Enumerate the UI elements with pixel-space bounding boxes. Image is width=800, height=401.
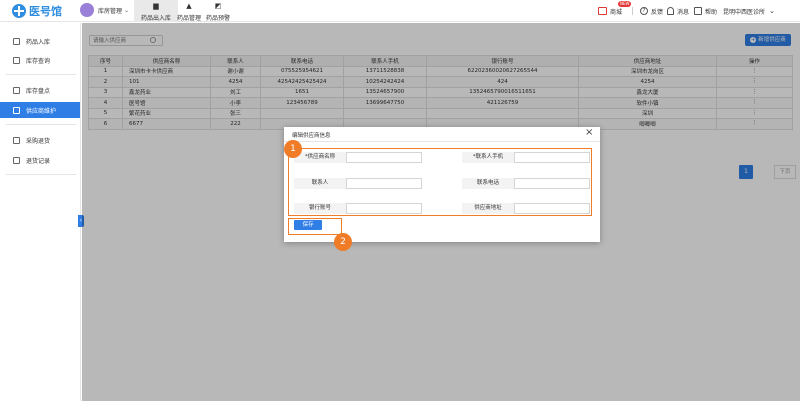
user-role-label: 库房管理	[98, 7, 123, 15]
chevron-down-icon: ⌄	[124, 6, 130, 14]
brand-logo[interactable]: 医号馆	[12, 3, 62, 19]
flask-icon: ▲	[186, 2, 192, 10]
chevron-down-icon: ⌄	[769, 7, 775, 15]
feedback-link[interactable]: ? 反馈	[640, 5, 663, 17]
sidebar-item-label: 采购退货	[26, 137, 51, 145]
feedback-label: 反馈	[651, 8, 664, 16]
help-label: 帮助	[705, 8, 718, 16]
sidebar-item-label: 库存查询	[26, 57, 51, 65]
shop-icon	[598, 7, 607, 15]
messages-link[interactable]: 消息	[667, 5, 689, 17]
sidebar: 药品入库 库存查询 库存盘点 供应商维护 采购退货 退货记录	[0, 23, 81, 401]
messages-label: 消息	[677, 8, 690, 16]
annotation-form-highlight	[288, 148, 592, 216]
sidebar-item-drug-inbound[interactable]: 药品入库	[0, 33, 80, 49]
question-icon: ?	[640, 7, 648, 15]
mall-label: 商城	[610, 8, 623, 16]
brand-name: 医号馆	[29, 5, 62, 18]
return-icon	[13, 136, 20, 144]
sidebar-divider	[6, 74, 76, 75]
sidebar-item-label: 库存盘点	[26, 87, 51, 95]
clinic-menu[interactable]: 昆明中西医诊所 ⌄	[720, 5, 775, 17]
dialog-divider	[284, 141, 600, 142]
box-icon	[13, 56, 20, 64]
sidebar-item-stock-query[interactable]: 库存查询	[0, 52, 80, 68]
sidebar-divider	[6, 174, 76, 175]
folder-icon: ▆	[153, 2, 159, 10]
sidebar-item-purchase-return[interactable]: 采购退货	[0, 132, 80, 148]
annotation-step-1: 1	[284, 140, 302, 158]
mall-link[interactable]: 商城 NEW	[598, 1, 632, 17]
annotation-save-highlight	[288, 218, 342, 235]
sidebar-item-label: 供应商维护	[26, 107, 57, 115]
new-badge: NEW	[618, 1, 632, 7]
sidebar-item-label: 药品入库	[26, 38, 51, 46]
sidebar-item-label: 退货记录	[26, 157, 51, 165]
help-book-icon	[694, 7, 702, 15]
close-icon[interactable]: ×	[585, 128, 593, 138]
bell-icon	[667, 7, 674, 15]
divider	[632, 7, 633, 15]
sidebar-item-supplier[interactable]: 供应商维护	[0, 102, 80, 118]
record-icon	[13, 156, 20, 164]
tab-label: 药品预警	[205, 15, 230, 22]
clipboard-icon	[13, 86, 20, 94]
annotation-step-2: 2	[334, 233, 352, 251]
sidebar-divider	[6, 124, 76, 125]
logo-cross-icon	[12, 4, 26, 18]
supplier-icon	[13, 106, 20, 114]
sidebar-item-stocktake[interactable]: 库存盘点	[0, 82, 80, 98]
alert-icon: ◩	[214, 2, 222, 10]
clinic-label: 昆明中西医诊所	[723, 8, 766, 16]
top-bar: 医号馆 库房管理 ⌄ ▆ 药品出入库 ▲ 药品管理 ◩ 药品预警 商城 NEW …	[0, 0, 800, 22]
dialog-title: 编辑供应商信息	[292, 133, 331, 139]
avatar	[80, 3, 94, 17]
help-link[interactable]: 帮助	[694, 5, 717, 17]
user-menu[interactable]: 库房管理 ⌄	[80, 3, 129, 17]
tab-drug-warning[interactable]: ◩ 药品预警	[196, 0, 240, 23]
home-icon	[13, 37, 20, 45]
sidebar-item-return-record[interactable]: 退货记录	[0, 152, 80, 168]
